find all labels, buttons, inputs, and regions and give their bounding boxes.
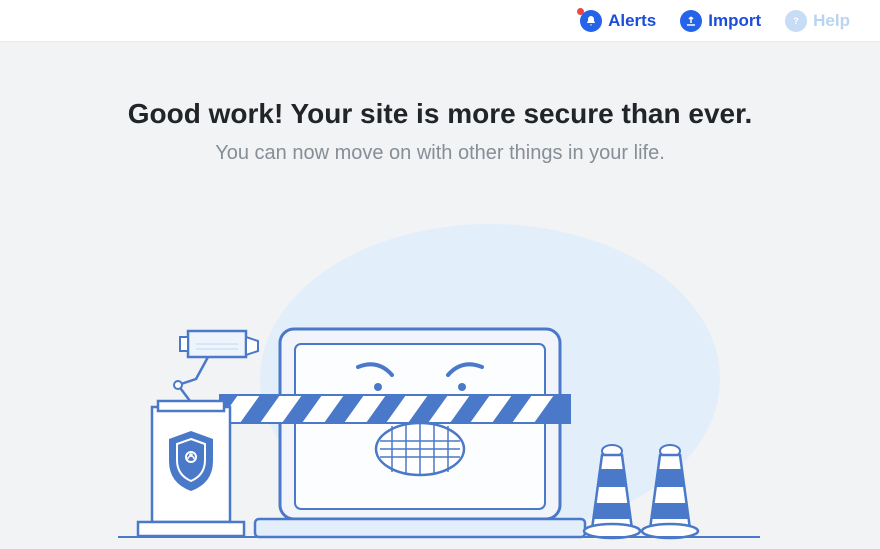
alerts-label: Alerts	[608, 11, 656, 31]
main-content: Good work! Your site is more secure than…	[0, 42, 880, 549]
page-headline: Good work! Your site is more secure than…	[0, 98, 880, 130]
help-button[interactable]: ? Help	[785, 10, 850, 32]
bell-icon	[580, 10, 602, 32]
import-button[interactable]: Import	[680, 10, 761, 32]
import-label: Import	[708, 11, 761, 31]
page-subhead: You can now move on with other things in…	[0, 142, 880, 165]
security-illustration	[110, 209, 770, 549]
notification-dot-icon	[577, 8, 584, 15]
alerts-button[interactable]: Alerts	[580, 10, 656, 32]
upload-icon	[680, 10, 702, 32]
topbar: Alerts Import ? Help	[0, 0, 880, 42]
help-label: Help	[813, 11, 850, 31]
question-icon: ?	[785, 10, 807, 32]
svg-text:?: ?	[793, 16, 799, 26]
